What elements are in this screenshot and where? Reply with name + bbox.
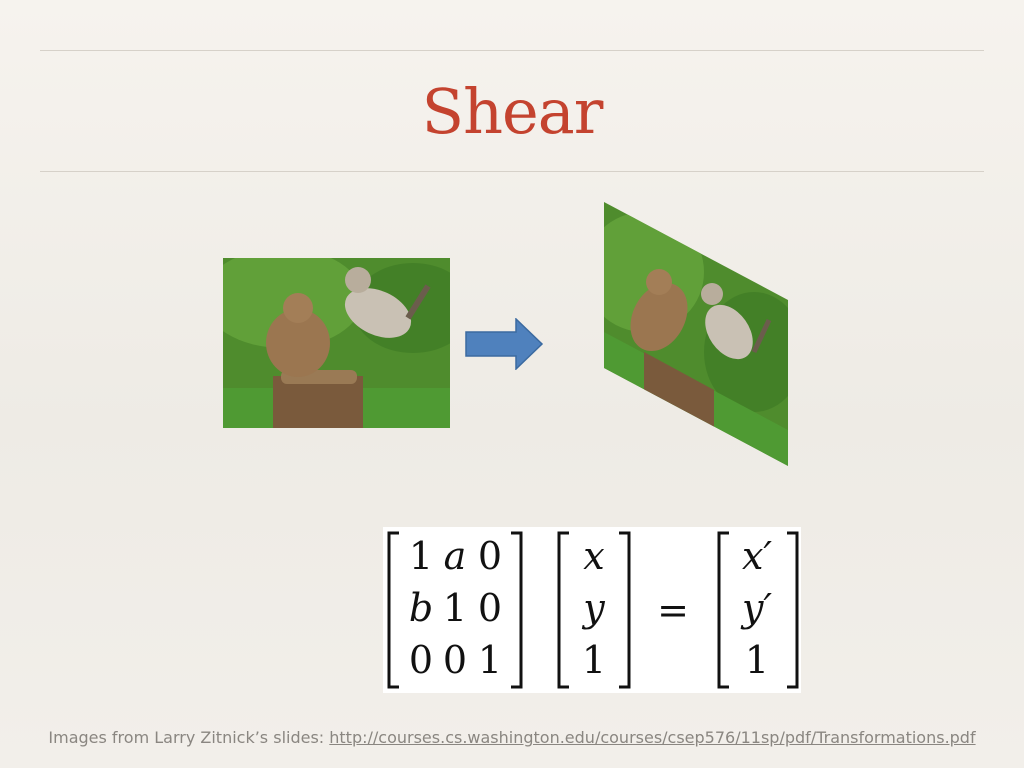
matrix-cell: 1 [478,638,502,682]
credit-text: Images from Larry Zitnick’s slides: [48,728,330,747]
vector-cell: y [581,586,605,630]
matrix-cell: 0 [478,534,502,578]
slide-title: Shear [421,75,604,148]
result-cell: y′ [740,586,772,630]
matrix-cell: a [444,534,467,578]
equals-sign: = [657,588,689,632]
matrix-cell: 1 [409,534,433,578]
matrix-cell: 1 [443,586,467,630]
matrix-cell: 0 [409,638,433,682]
original-kittens-image [223,258,450,428]
image-credit: Images from Larry Zitnick’s slides: http… [0,728,1024,747]
sheared-kittens-image [604,202,788,466]
matrix-cell: b [409,586,433,630]
result-cell: 1 [745,638,769,682]
result-cell: x′ [742,534,772,578]
vector-cell: 1 [582,638,606,682]
matrix-cell: 0 [478,586,502,630]
credit-link[interactable]: http://courses.cs.washington.edu/courses… [329,728,975,747]
title-divider [40,171,984,172]
right-arrow-icon [464,317,544,371]
shear-matrix-equation: 1 a 0 b 1 0 0 0 1 x y 1 = x′ y′ 1 [383,527,801,693]
matrix-cell: 0 [443,638,467,682]
top-divider [40,50,984,51]
vector-cell: x [583,534,604,578]
